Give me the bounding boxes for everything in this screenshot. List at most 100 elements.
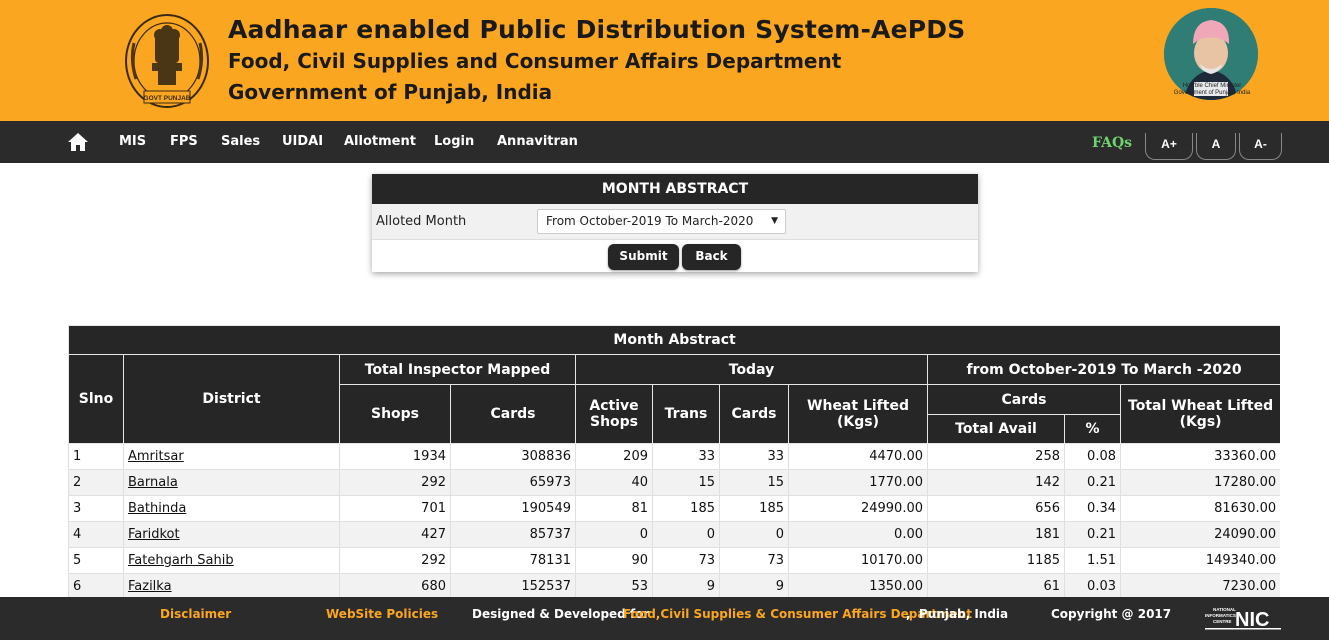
table-row: 4 Faridkot 427 85737 0 0 0 0.00 181 0.21 24090.00 (68, 521, 1280, 548)
cell-value: 0.34 (1064, 495, 1121, 522)
cell-value: 0.00 (788, 521, 928, 548)
site-title: Aadhaar enabled Public Distribution Syst… (228, 15, 966, 44)
cell-value: 185 (719, 495, 789, 522)
nav-allotment[interactable]: Allotment (344, 134, 416, 149)
punjab-emblem-icon: GOVT PUNJAB (125, 14, 209, 108)
table-row: 3 Bathinda 701 190549 81 185 185 24990.00 656 0.3… (68, 495, 1280, 522)
cell-value: 292 (339, 469, 451, 496)
alloted-month-select[interactable]: From October-2019 To March-2020 ▼ (537, 209, 786, 234)
month-abstract-table-container: Month Abstract Slno District Total Inspe… (68, 325, 1280, 597)
cell-value: 81 (575, 495, 653, 522)
designed-suffix: , Punjab, India (906, 607, 1009, 621)
font-increase-button[interactable]: A+ (1145, 133, 1193, 160)
cell-value: 149340.00 (1119, 547, 1280, 574)
cell-value: 24090.00 (1119, 521, 1280, 548)
cell-value: 78131 (450, 547, 576, 574)
website-policies-link[interactable]: WebSite Policies (326, 607, 438, 621)
month-abstract-table: Month Abstract Slno District Total Inspe… (68, 325, 1280, 597)
disclaimer-link[interactable]: Disclaimer (160, 607, 231, 621)
nav-mis[interactable]: MIS (119, 134, 146, 149)
alloted-month-value: From October-2019 To March-2020 (546, 214, 754, 228)
cell-value: 190549 (450, 495, 576, 522)
table-row: 6 Fazilka 680 152537 53 9 9 1350.00 61 0.03 7230.0… (68, 573, 1280, 597)
cell-district[interactable]: Fatehgarh Sahib (123, 547, 340, 574)
district-link[interactable]: Barnala (128, 475, 178, 490)
cell-value: 680 (339, 573, 451, 597)
cell-district[interactable]: Amritsar (123, 443, 340, 470)
cell-value: 15 (652, 469, 720, 496)
cell-value: 1934 (339, 443, 451, 470)
table-row: 2 Barnala 292 65973 40 15 15 1770.00 142 0.21 1728… (68, 469, 1280, 496)
cm-caption-line2: Government of Punjab, India (1173, 90, 1251, 96)
cell-value: 1.51 (1064, 547, 1121, 574)
cell-value: 181 (927, 521, 1065, 548)
cm-caption-line1: Hon'ble Chief Minister (1182, 83, 1242, 89)
submit-button[interactable]: Submit (608, 244, 679, 270)
cell-district[interactable]: Faridkot (123, 521, 340, 548)
cell-value: 0.21 (1064, 521, 1121, 548)
back-button[interactable]: Back (682, 244, 741, 270)
header-shops: Shops (339, 384, 451, 444)
cell-value: 15 (719, 469, 789, 496)
table-title: Month Abstract (68, 325, 1280, 355)
emblem-text: GOVT PUNJAB (144, 95, 191, 102)
header-banner: GOVT PUNJAB Aadhaar enabled Public Distr… (0, 0, 1329, 121)
district-link[interactable]: Fatehgarh Sahib (128, 553, 234, 568)
cell-value: 0 (719, 521, 789, 548)
faqs-link[interactable]: FAQs (1092, 135, 1132, 151)
district-link[interactable]: Amritsar (128, 449, 184, 464)
cell-value: 33360.00 (1119, 443, 1280, 470)
cell-value: 53 (575, 573, 653, 597)
nic-line3: CENTRE (1213, 619, 1232, 624)
district-link[interactable]: Bathinda (128, 501, 186, 516)
cell-district[interactable]: Bathinda (123, 495, 340, 522)
nav-uidai[interactable]: UIDAI (282, 134, 323, 149)
district-link[interactable]: Faridkot (128, 527, 180, 542)
dropdown-arrow-icon: ▼ (771, 216, 778, 226)
alloted-month-row: Alloted Month From October-2019 To March… (372, 204, 978, 240)
cell-value: 90 (575, 547, 653, 574)
nic-logo-text: NIC (1235, 609, 1269, 631)
main-nav: MIS FPS Sales UIDAI Allotment Login Anna… (0, 121, 1329, 163)
cell-value: 33 (652, 443, 720, 470)
nav-annavitran[interactable]: Annavitran (497, 134, 578, 149)
district-link[interactable]: Fazilka (128, 579, 172, 594)
form-title: MONTH ABSTRACT (372, 174, 978, 204)
alloted-month-label: Alloted Month (376, 214, 467, 229)
font-normal-button[interactable]: A (1196, 133, 1236, 160)
cell-value: 40 (575, 469, 653, 496)
header-today-cards: Cards (719, 384, 789, 444)
nav-sales[interactable]: Sales (221, 134, 260, 149)
nav-fps[interactable]: FPS (170, 134, 198, 149)
cell-value: 308836 (450, 443, 576, 470)
cell-slno: 4 (68, 521, 124, 548)
nav-login[interactable]: Login (434, 134, 474, 149)
cell-slno: 6 (68, 573, 124, 597)
cell-value: 142 (927, 469, 1065, 496)
cell-value: 73 (652, 547, 720, 574)
cell-value: 292 (339, 547, 451, 574)
cell-district[interactable]: Barnala (123, 469, 340, 496)
footer: Disclaimer WebSite Policies Designed & D… (0, 597, 1329, 640)
copyright-text: Copyright @ 2017 (1051, 607, 1172, 621)
cell-value: 1770.00 (788, 469, 928, 496)
header-total-avail: Total Avail (927, 414, 1065, 444)
header-title-block: Aadhaar enabled Public Distribution Syst… (228, 14, 965, 107)
cell-district[interactable]: Fazilka (123, 573, 340, 597)
table-row: 1 Amritsar 1934 308836 209 33 33 4470.00 258 0.08… (68, 443, 1280, 470)
header-period-group: from October-2019 To March -2020 (926, 354, 1280, 385)
header-slno: Slno (68, 354, 124, 444)
header-percent: % (1064, 414, 1121, 444)
font-decrease-button[interactable]: A- (1239, 133, 1282, 160)
cell-value: 10170.00 (788, 547, 928, 574)
header-cards: Cards (450, 384, 576, 444)
cell-value: 0.21 (1064, 469, 1121, 496)
home-icon[interactable] (67, 132, 89, 152)
cell-value: 185 (652, 495, 720, 522)
cell-value: 9 (719, 573, 789, 597)
cell-value: 0.03 (1064, 573, 1121, 597)
cell-value: 33 (719, 443, 789, 470)
header-inspector-group: Total Inspector Mapped (339, 354, 576, 385)
header-period-cards: Cards (927, 384, 1121, 415)
cell-value: 9 (652, 573, 720, 597)
